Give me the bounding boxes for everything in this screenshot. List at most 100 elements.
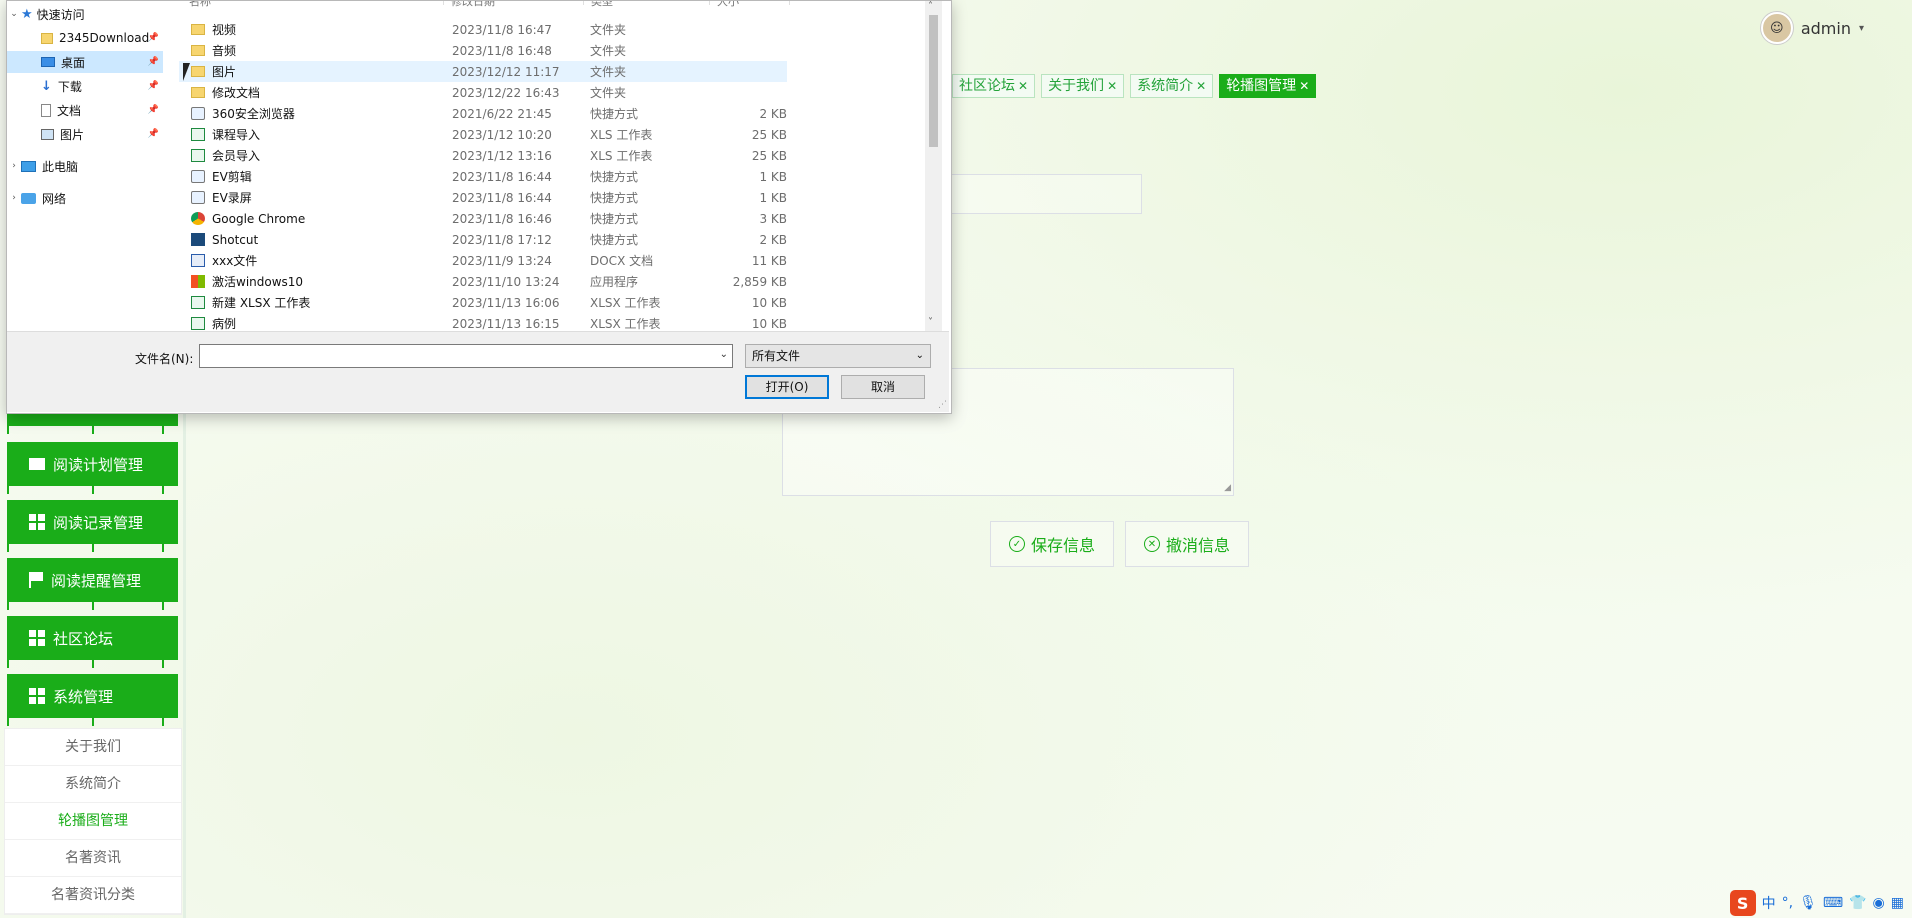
sidebar-item-label: 阅读提醒管理 (51, 571, 142, 590)
file-row[interactable]: 视频 2023/11/8 16:47 文件夹 (179, 19, 787, 40)
sidebar-item-reading-record[interactable]: 阅读记录管理 (7, 500, 178, 544)
scroll-thumb[interactable] (929, 15, 938, 147)
user-menu[interactable]: ☺ admin ▾ (1760, 12, 1864, 44)
filetype-select[interactable]: 所有文件 ⌄ (745, 344, 931, 368)
file-row[interactable]: 360安全浏览器 2021/6/22 21:45 快捷方式 2 KB (179, 103, 787, 124)
file-name: 课程导入 (212, 128, 261, 142)
file-row[interactable]: xxx文件 2023/11/9 13:24 DOCX 文档 11 KB (179, 250, 787, 271)
file-list: 名称 修改日期 类型 大小 视频 2023/11/8 16:47 文件夹 音频 2023… (179, 1, 944, 331)
submenu-item-news-category[interactable]: 名著资讯分类 (5, 877, 181, 914)
scroll-up-icon[interactable]: ˄ (928, 1, 933, 12)
open-button[interactable]: 打开(O) (745, 375, 829, 399)
nav-desktop[interactable]: 桌面 📌 (7, 51, 163, 73)
file-name: Google Chrome (212, 211, 306, 226)
sidebar-item-label: 系统管理 (53, 687, 114, 706)
file-row[interactable]: 修改文档 2023/12/22 16:43 文件夹 (179, 82, 787, 103)
file-row[interactable]: 课程导入 2023/1/12 10:20 XLS 工作表 25 KB (179, 124, 787, 145)
sidebar-item-reading-plan[interactable]: 阅读计划管理 (7, 442, 178, 486)
submenu-item-about[interactable]: 关于我们 (5, 729, 181, 766)
file-type: DOCX 文档 (590, 254, 654, 268)
grid-icon (29, 630, 45, 646)
file-row[interactable]: 会员导入 2023/1/12 13:16 XLS 工作表 25 KB (179, 145, 787, 166)
ime-mode[interactable]: 中 (1762, 893, 1776, 913)
keyboard-icon[interactable]: ⌨ (1823, 895, 1843, 911)
chevron-right-icon[interactable]: › (7, 193, 21, 203)
nav-documents[interactable]: 文档 📌 (7, 99, 163, 121)
lnk-icon (191, 107, 205, 120)
skin-icon[interactable]: 👕 (1849, 895, 1866, 911)
file-row[interactable]: 新建 XLSX 工作表 2023/11/13 16:06 XLSX 工作表 10 KB (179, 292, 787, 313)
system-tray: S 中 °, 🎙 ⌨ 👕 ◉ ▦ (1729, 890, 1904, 916)
cancel-button[interactable]: ✕ 撤消信息 (1125, 521, 1250, 567)
sidebar-item-system[interactable]: 系统管理 (7, 674, 178, 718)
xls-icon (191, 317, 205, 330)
save-button-label: 保存信息 (1031, 536, 1096, 555)
file-row[interactable]: 图片 2023/12/12 11:17 文件夹 (179, 61, 787, 82)
nav-network[interactable]: › 网络 (7, 187, 163, 209)
column-name[interactable]: 名称 (189, 1, 211, 9)
sogou-ime-icon[interactable]: S (1729, 890, 1756, 916)
file-row[interactable]: Shotcut 2023/11/8 17:12 快捷方式 2 KB (179, 229, 787, 250)
close-icon[interactable]: ✕ (1107, 75, 1117, 97)
network-icon (21, 192, 36, 204)
save-button[interactable]: ✓ 保存信息 (990, 521, 1115, 567)
file-name: Shotcut (212, 232, 259, 247)
file-row[interactable]: EV剪辑 2023/11/8 16:44 快捷方式 1 KB (179, 166, 787, 187)
grid-menu-icon[interactable]: ▦ (1891, 895, 1904, 911)
lnk-icon (191, 191, 205, 204)
file-row[interactable]: EV录屏 2023/11/8 16:44 快捷方式 1 KB (179, 187, 787, 208)
file-row[interactable]: 音频 2023/11/8 16:48 文件夹 (179, 40, 787, 61)
close-icon[interactable]: ✕ (1299, 75, 1309, 97)
file-date: 2023/11/8 16:46 (452, 211, 552, 226)
file-type: XLS 工作表 (590, 128, 653, 142)
sidebar-item-label: 阅读记录管理 (53, 513, 144, 532)
submenu-item-news[interactable]: 名著资讯 (5, 840, 181, 877)
file-type: 文件夹 (590, 65, 627, 79)
nav-2345download[interactable]: 2345Download 📌 (7, 27, 163, 49)
resize-grip-icon[interactable]: ⋰ (938, 400, 947, 410)
sidebar-item-forum[interactable]: 社区论坛 (7, 616, 178, 660)
file-size: 2 KB (759, 106, 787, 121)
file-row[interactable]: Google Chrome 2023/11/8 16:46 快捷方式 3 KB (179, 208, 787, 229)
file-size: 25 KB (751, 148, 787, 163)
tag-label: 系统简介 (1137, 78, 1194, 94)
folder-icon (191, 45, 205, 56)
file-name: 新建 XLSX 工作表 (212, 296, 311, 310)
folder-icon (41, 32, 53, 44)
nav-downloads[interactable]: ↓ 下载 📌 (7, 75, 163, 97)
tag-about[interactable]: 关于我们 ✕ (1041, 74, 1125, 98)
file-size: 10 KB (751, 295, 787, 310)
microphone-icon[interactable]: 🎙 (1799, 895, 1817, 911)
column-type[interactable]: 类型 (591, 1, 613, 9)
tag-intro[interactable]: 系统简介 ✕ (1130, 74, 1214, 98)
punctuation-icon[interactable]: °, (1782, 895, 1793, 911)
submenu-item-intro[interactable]: 系统简介 (5, 766, 181, 803)
submenu-item-carousel[interactable]: 轮播图管理 (5, 803, 181, 840)
close-icon[interactable]: ✕ (1196, 75, 1206, 97)
chevron-right-icon[interactable]: › (7, 161, 21, 171)
resize-grip-icon[interactable]: ◢ (1224, 483, 1231, 493)
tag-forum[interactable]: 社区论坛 ✕ (952, 74, 1036, 98)
nav-this-pc[interactable]: › 此电脑 (7, 155, 163, 177)
nav-pictures[interactable]: 图片 📌 (7, 123, 163, 145)
close-circle-icon: ✕ (1144, 536, 1160, 552)
vertical-scrollbar[interactable]: ˄ ˅ (925, 1, 942, 331)
chevron-down-icon[interactable]: ⌄ (7, 9, 21, 19)
file-date: 2023/11/8 16:47 (452, 22, 552, 37)
chevron-down-icon: ▾ (1858, 22, 1864, 34)
chevron-down-icon[interactable]: ⌄ (720, 349, 728, 360)
filename-input[interactable]: ⌄ (199, 344, 733, 368)
column-size[interactable]: 大小 (717, 1, 739, 9)
column-date[interactable]: 修改日期 (451, 1, 495, 9)
nav-quick-access[interactable]: ⌄ ★ 快速访问 (7, 3, 163, 25)
file-row[interactable]: 病例 2023/11/13 16:15 XLSX 工作表 10 KB (179, 313, 787, 331)
filename-label: 文件名(N): (135, 352, 194, 366)
dialog-cancel-button[interactable]: 取消 (841, 375, 925, 399)
file-row[interactable]: 激活windows10 2023/11/10 13:24 应用程序 2,859 KB (179, 271, 787, 292)
toolbox-icon[interactable]: ◉ (1873, 895, 1885, 911)
tag-carousel[interactable]: 轮播图管理 ✕ (1219, 74, 1317, 98)
close-icon[interactable]: ✕ (1018, 75, 1028, 97)
sidebar-item-reading-reminder[interactable]: 阅读提醒管理 (7, 558, 178, 602)
file-date: 2021/6/22 21:45 (452, 106, 552, 121)
scroll-down-icon[interactable]: ˅ (928, 317, 933, 328)
